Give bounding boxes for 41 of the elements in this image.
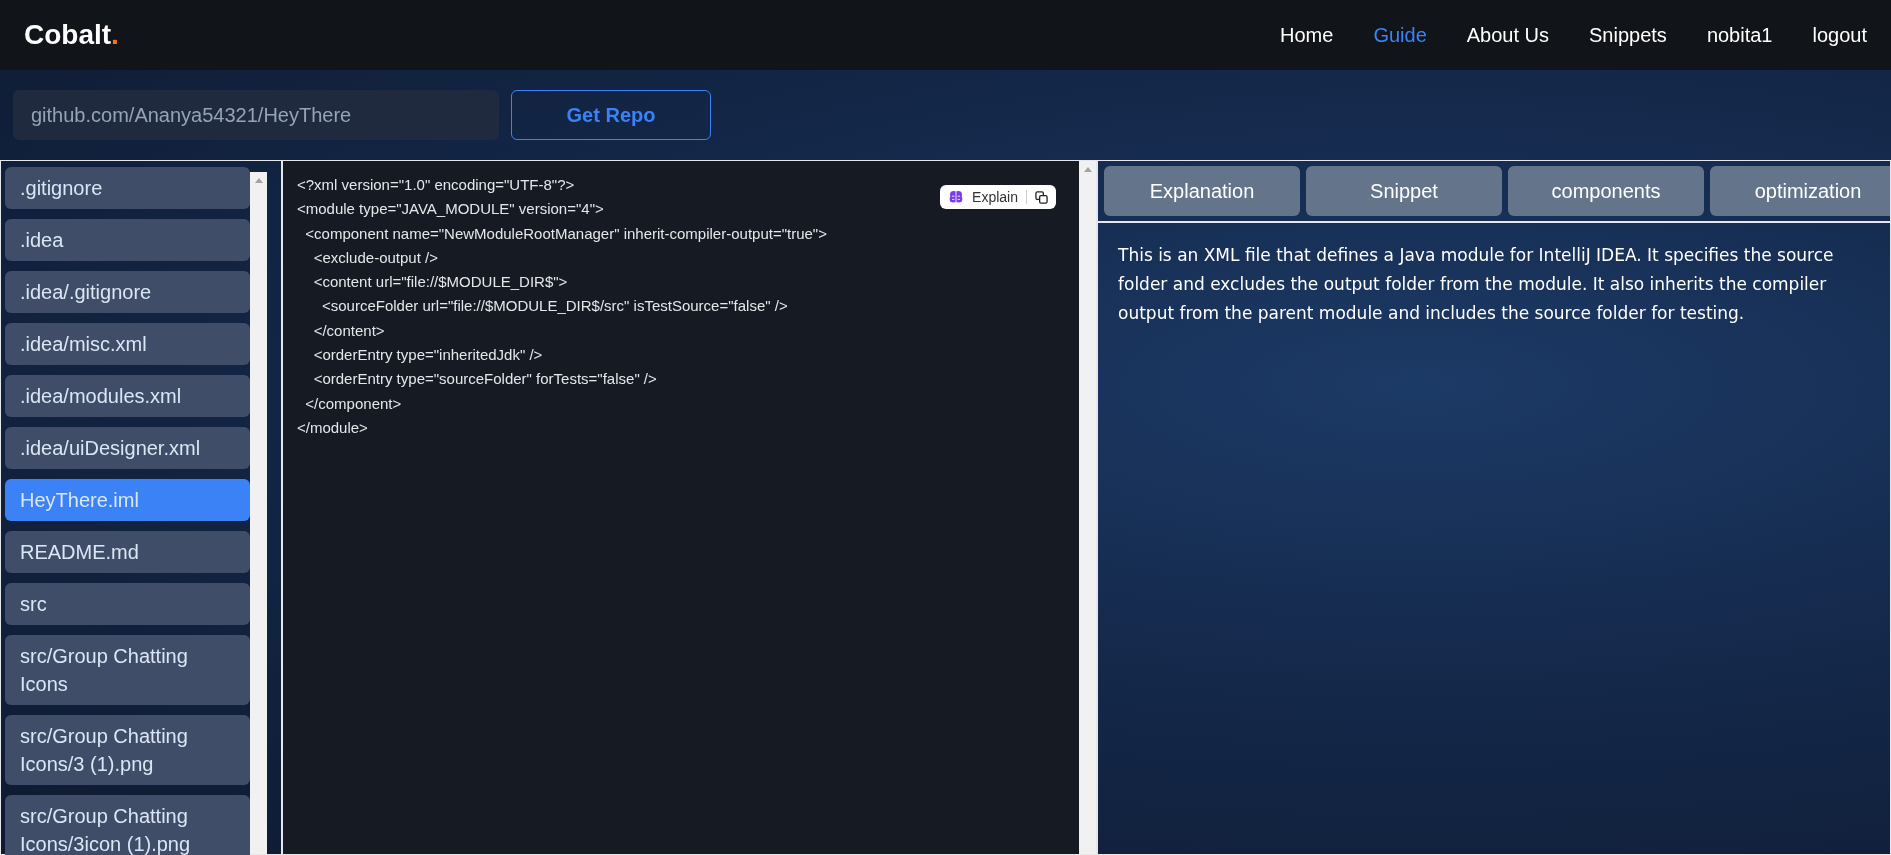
copy-icon[interactable] (1035, 190, 1048, 204)
nav-link[interactable]: nobita1 (1706, 23, 1773, 47)
nav-link[interactable]: logout (1812, 23, 1867, 47)
nav-link[interactable]: About Us (1466, 23, 1550, 47)
code-line: <?xml version="1.0" encoding="UTF-8"?> (297, 175, 575, 195)
repo-url-field[interactable]: github.com/Ananya54321/HeyThere (13, 90, 499, 140)
get-repo-button[interactable]: Get Repo (511, 90, 711, 140)
tab[interactable]: Snippet (1306, 166, 1502, 216)
code-line: <orderEntry type="sourceFolder" forTests="false" /> (312, 369, 657, 390)
nav-link[interactable]: Guide (1373, 23, 1427, 47)
explain-button[interactable]: Explain (948, 189, 1018, 205)
nav-link[interactable]: Home (1280, 23, 1334, 47)
scrollbar[interactable] (1079, 161, 1096, 854)
file-item[interactable]: .idea/uiDesigner.xml (5, 427, 250, 469)
file-item[interactable]: .idea/modules.xml (5, 375, 250, 417)
file-item[interactable]: README.md (5, 531, 250, 573)
file-item[interactable]: src (5, 583, 250, 625)
file-item[interactable]: src/Group Chatting Icons/3icon (1).png (5, 795, 250, 855)
code-line: <exclude-output /> (312, 247, 438, 268)
code-line: </module> (297, 417, 368, 438)
code-line: <module type="JAVA_MODULE" version="4"> (297, 199, 604, 220)
tab[interactable]: optimization (1710, 166, 1890, 216)
file-item[interactable]: .idea/.gitignore (5, 271, 250, 313)
code-line: <orderEntry type="inheritedJdk" /> (312, 345, 543, 366)
file-item[interactable]: src/Group Chatting Icons (5, 635, 250, 705)
explanation-text: This is an XML file that defines a Java module for IntelliJ IDEA. It specifies the source folder and excludes the output folder from the module. It also inherits the compiler output from the parent module and includes the source folder for testing. (1118, 244, 1835, 325)
nav-link[interactable]: Snippets (1589, 23, 1667, 47)
code-line: <component name="NewModuleRootManager" inherit-compiler-output="true"> (304, 223, 827, 244)
file-item[interactable]: src/Group Chatting Icons/3 (1).png (5, 715, 250, 785)
brand-logo[interactable]: Cobalt. (24, 19, 119, 51)
file-item[interactable]: .gitignore (5, 167, 250, 209)
code-line: </content> (312, 320, 385, 341)
file-item[interactable]: .idea/misc.xml (5, 323, 250, 365)
tab[interactable]: components (1508, 166, 1704, 216)
file-item[interactable]: .idea (5, 219, 250, 261)
brain-icon (948, 189, 965, 205)
tab[interactable]: Explanation (1104, 166, 1300, 216)
scrollbar[interactable] (250, 172, 267, 854)
code-line: </component> (304, 393, 402, 414)
code-line: <content url="file://$MODULE_DIR$"> (312, 272, 568, 293)
code-line: <sourceFolder url="file://$MODULE_DIR$/src" isTestSource="false" /> (321, 296, 788, 317)
